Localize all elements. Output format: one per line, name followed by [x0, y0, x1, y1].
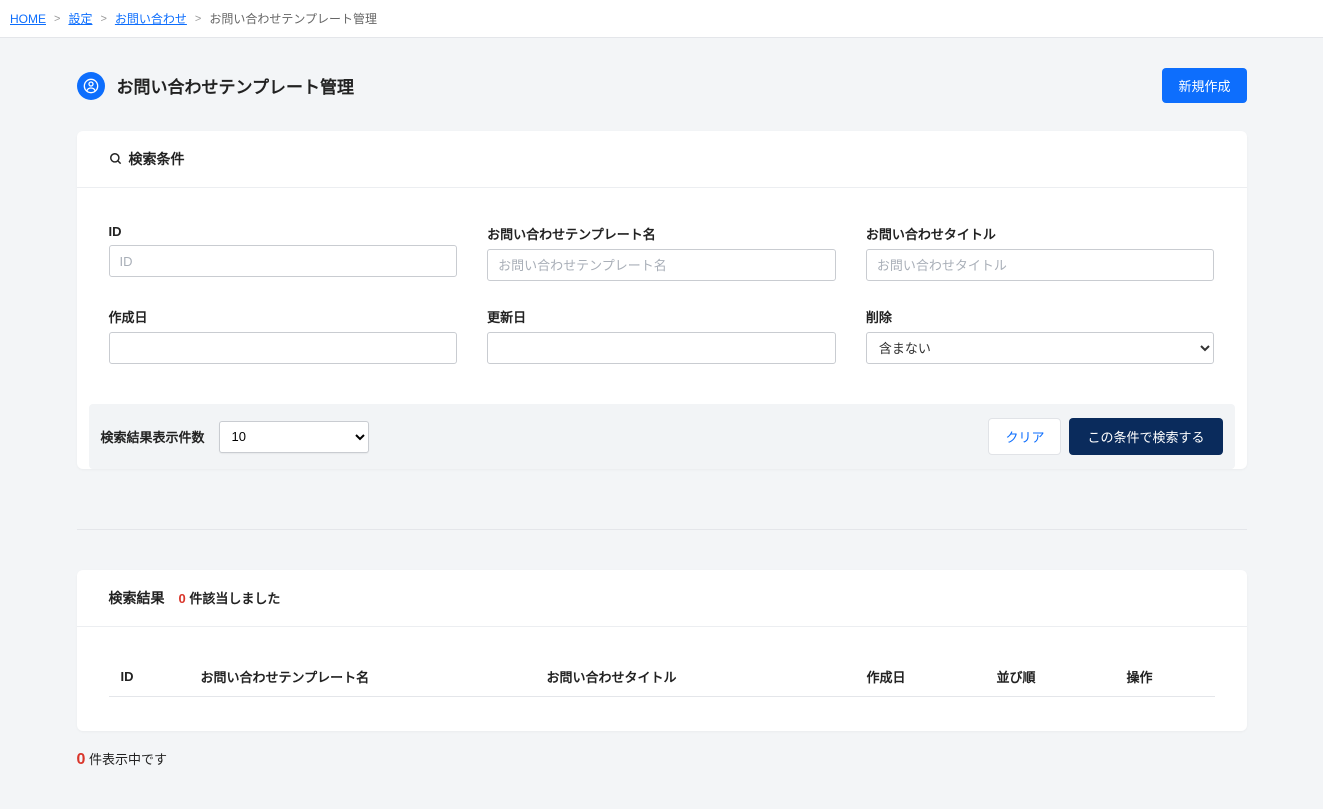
search-card-header: 検索条件 — [77, 131, 1247, 188]
breadcrumb-separator: > — [54, 13, 60, 25]
search-button[interactable]: この条件で検索する — [1069, 418, 1222, 455]
contact-icon — [77, 72, 105, 100]
breadcrumb: HOME > 設定 > お問い合わせ > お問い合わせテンプレート管理 — [0, 0, 1323, 38]
footer-suffix: 件表示中です — [89, 752, 167, 767]
page-title: お問い合わせテンプレート管理 — [117, 73, 355, 98]
label-deleted: 削除 — [866, 307, 1215, 326]
results-count-suffix: 件該当しました — [189, 591, 280, 606]
results-count-number: 0 — [179, 591, 186, 606]
col-action: 操作 — [1115, 657, 1215, 697]
breadcrumb-inquiry[interactable]: お問い合わせ — [115, 10, 187, 27]
results-count: 0 件該当しました — [179, 588, 281, 607]
input-template-name[interactable] — [487, 249, 836, 281]
footer-count: 0 — [77, 751, 86, 768]
per-page-select[interactable]: 10 — [219, 421, 369, 453]
breadcrumb-separator: > — [195, 13, 201, 25]
field-updated-at: 更新日 — [487, 307, 836, 364]
col-order: 並び順 — [985, 657, 1115, 697]
input-inquiry-title[interactable] — [866, 249, 1215, 281]
col-id: ID — [109, 657, 189, 697]
select-deleted[interactable]: 含まない — [866, 332, 1215, 364]
col-created-at: 作成日 — [855, 657, 985, 697]
field-deleted: 削除 含まない — [866, 307, 1215, 364]
results-table: ID お問い合わせテンプレート名 お問い合わせタイトル 作成日 並び順 操作 — [109, 657, 1215, 697]
page-header: お問い合わせテンプレート管理 新規作成 — [77, 68, 1247, 103]
section-divider — [77, 529, 1247, 530]
results-card: 検索結果 0 件該当しました ID お問い合わせテンプレート名 お問い合わせタイ… — [77, 570, 1247, 731]
input-created-at[interactable] — [109, 332, 458, 364]
label-inquiry-title: お問い合わせタイトル — [866, 224, 1215, 243]
col-inquiry-title: お問い合わせタイトル — [535, 657, 855, 697]
breadcrumb-current: お問い合わせテンプレート管理 — [209, 10, 377, 27]
field-template-name: お問い合わせテンプレート名 — [487, 224, 836, 281]
results-header: 検索結果 0 件該当しました — [77, 570, 1247, 627]
footer-summary: 0 件表示中です — [77, 749, 1247, 769]
results-title: 検索結果 — [109, 588, 165, 608]
search-icon — [109, 152, 123, 166]
breadcrumb-separator: > — [100, 13, 106, 25]
label-id: ID — [109, 224, 458, 239]
field-inquiry-title: お問い合わせタイトル — [866, 224, 1215, 281]
search-conditions-card: 検索条件 ID お問い合わせテンプレート名 お問い合わせタイトル 作成日 — [77, 131, 1247, 469]
search-toolbar: 検索結果表示件数 10 クリア この条件で検索する — [89, 404, 1235, 469]
label-template-name: お問い合わせテンプレート名 — [487, 224, 836, 243]
label-created-at: 作成日 — [109, 307, 458, 326]
field-id: ID — [109, 224, 458, 281]
col-template-name: お問い合わせテンプレート名 — [189, 657, 535, 697]
input-id[interactable] — [109, 245, 458, 277]
search-card-title: 検索条件 — [129, 149, 185, 169]
clear-button[interactable]: クリア — [988, 418, 1061, 455]
breadcrumb-home[interactable]: HOME — [10, 12, 46, 26]
breadcrumb-settings[interactable]: 設定 — [68, 10, 92, 27]
field-created-at: 作成日 — [109, 307, 458, 364]
create-button[interactable]: 新規作成 — [1162, 68, 1246, 103]
per-page-label: 検索結果表示件数 — [101, 427, 205, 446]
label-updated-at: 更新日 — [487, 307, 836, 326]
input-updated-at[interactable] — [487, 332, 836, 364]
